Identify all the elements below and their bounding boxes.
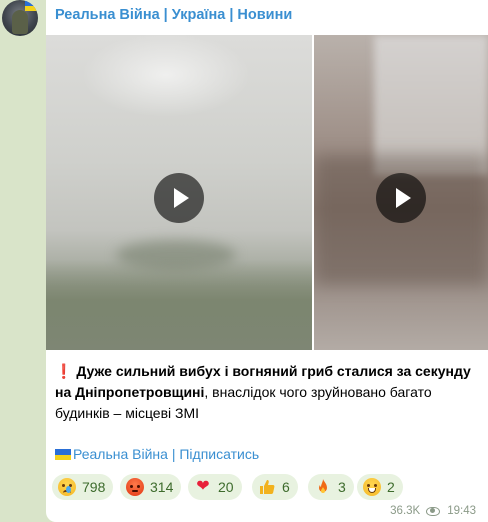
- reaction-crying[interactable]: 798: [52, 474, 114, 500]
- message-meta: 36.3K 19:43: [390, 504, 476, 518]
- media-album: [46, 35, 488, 350]
- fire-icon: [314, 478, 332, 496]
- crying-face-icon: [58, 478, 76, 496]
- exclamation-icon: ❗: [55, 363, 73, 379]
- ukraine-flag-icon: [55, 449, 71, 460]
- reaction-fire[interactable]: 3: [308, 474, 354, 500]
- play-icon[interactable]: [376, 173, 426, 223]
- eye-icon: [426, 506, 441, 516]
- reaction-angry[interactable]: 314: [120, 474, 182, 500]
- channel-title[interactable]: Реальна Війна | Україна | Новини: [55, 7, 292, 23]
- avatar-soldier-image: [12, 10, 28, 34]
- reaction-count: 20: [218, 479, 234, 495]
- message-time: 19:43: [447, 505, 476, 517]
- reaction-grinning[interactable]: 2: [357, 474, 403, 500]
- red-heart-icon: ❤: [196, 478, 210, 495]
- reaction-count: 314: [150, 479, 174, 495]
- subscribe-link[interactable]: Реальна Війна | Підписатись: [55, 446, 259, 462]
- channel-avatar[interactable]: [2, 0, 38, 36]
- reaction-thumbs-up[interactable]: 6: [252, 474, 298, 500]
- message-text: ❗ Дуже сильний вибух і вогняний гриб ста…: [55, 361, 480, 424]
- reaction-count: 2: [387, 479, 395, 495]
- reaction-count: 6: [282, 479, 290, 495]
- reaction-count: 3: [338, 479, 346, 495]
- message-bubble: Реальна Війна | Україна | Новини ❗ Дуже …: [46, 0, 488, 522]
- view-count: 36.3K: [390, 505, 421, 517]
- angry-face-icon: [126, 478, 144, 496]
- video-thumbnail-1[interactable]: [46, 35, 312, 350]
- video-thumbnail-2[interactable]: [314, 35, 488, 350]
- subscribe-link-label[interactable]: Реальна Війна | Підписатись: [73, 446, 259, 462]
- reaction-heart[interactable]: ❤ 20: [188, 474, 242, 500]
- grinning-face-icon: [363, 478, 381, 496]
- ukraine-flag-icon: [25, 1, 37, 11]
- reaction-count: 798: [82, 479, 106, 495]
- thumbs-up-icon: [258, 478, 276, 496]
- play-icon[interactable]: [154, 173, 204, 223]
